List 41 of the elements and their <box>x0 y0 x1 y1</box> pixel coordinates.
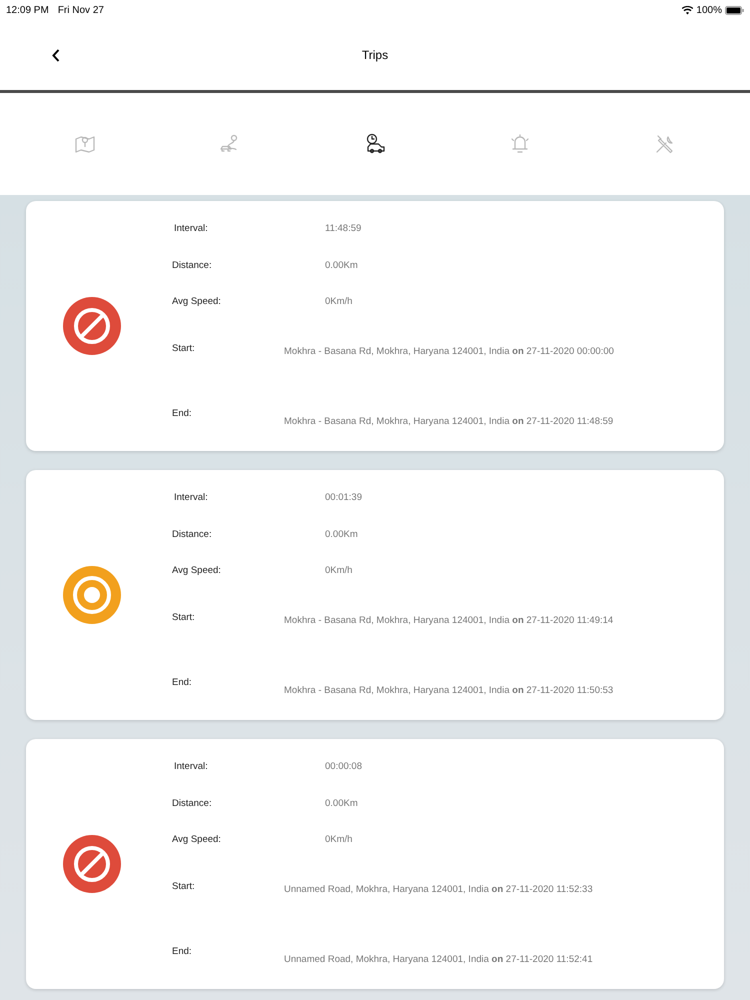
battery-icon <box>725 6 744 14</box>
address-text: Mokhra - Basana Rd, Mokhra, Haryana 124001, India on 27-11-2020 11:50:53 <box>284 684 614 698</box>
field-label: Avg Speed: <box>172 295 222 309</box>
field-label: Distance: <box>172 528 213 542</box>
field-label: Interval: <box>173 760 209 774</box>
field-label: Interval: <box>173 222 209 236</box>
address-text: Mokhra - Basana Rd, Mokhra, Haryana 124001, India on 27-11-2020 11:49:14 <box>284 614 614 628</box>
field-label: End: <box>172 945 193 959</box>
wifi-icon <box>682 6 694 14</box>
field-label: Distance: <box>172 259 213 273</box>
field-label: Distance: <box>172 797 213 811</box>
field-label: Start: <box>172 342 196 356</box>
field-value: 00:00:08 <box>325 760 362 774</box>
battery-percent: 100% <box>696 4 722 18</box>
bell-icon <box>509 133 532 155</box>
field-label: End: <box>172 407 193 421</box>
field-value: 0Km/h <box>325 295 352 309</box>
field-label: End: <box>172 676 193 690</box>
back-icon <box>52 48 60 62</box>
target-icon <box>63 566 121 624</box>
address-text: Unnamed Road, Mokhra, Haryana 124001, India on 27-11-2020 11:52:41 <box>284 953 593 967</box>
page-title: Trips <box>362 47 388 64</box>
address-text: Mokhra - Basana Rd, Mokhra, Haryana 124001, India on 27-11-2020 11:48:59 <box>284 415 614 429</box>
status-time: 12:09 PM <box>6 4 49 18</box>
field-value: 00:01:39 <box>325 491 362 505</box>
field-value: 11:48:59 <box>325 222 362 236</box>
status-date: Fri Nov 27 <box>58 4 104 18</box>
field-label: Start: <box>172 880 196 894</box>
address-text: Mokhra - Basana Rd, Mokhra, Haryana 124001, India on 27-11-2020 00:00:00 <box>284 345 614 359</box>
field-value: 0.00Km <box>325 797 358 811</box>
field-value: 0.00Km <box>325 528 358 542</box>
field-value: 0Km/h <box>325 833 352 847</box>
field-value: 0.00Km <box>325 259 358 273</box>
field-value: 0Km/h <box>325 564 352 578</box>
stop-sign-icon <box>63 297 121 355</box>
address-text: Unnamed Road, Mokhra, Haryana 124001, India on 27-11-2020 11:52:33 <box>284 883 593 897</box>
field-label: Avg Speed: <box>172 564 222 578</box>
field-label: Start: <box>172 611 196 625</box>
field-label: Interval: <box>173 491 209 505</box>
field-label: Avg Speed: <box>172 833 222 847</box>
stop-sign-icon <box>63 835 121 893</box>
